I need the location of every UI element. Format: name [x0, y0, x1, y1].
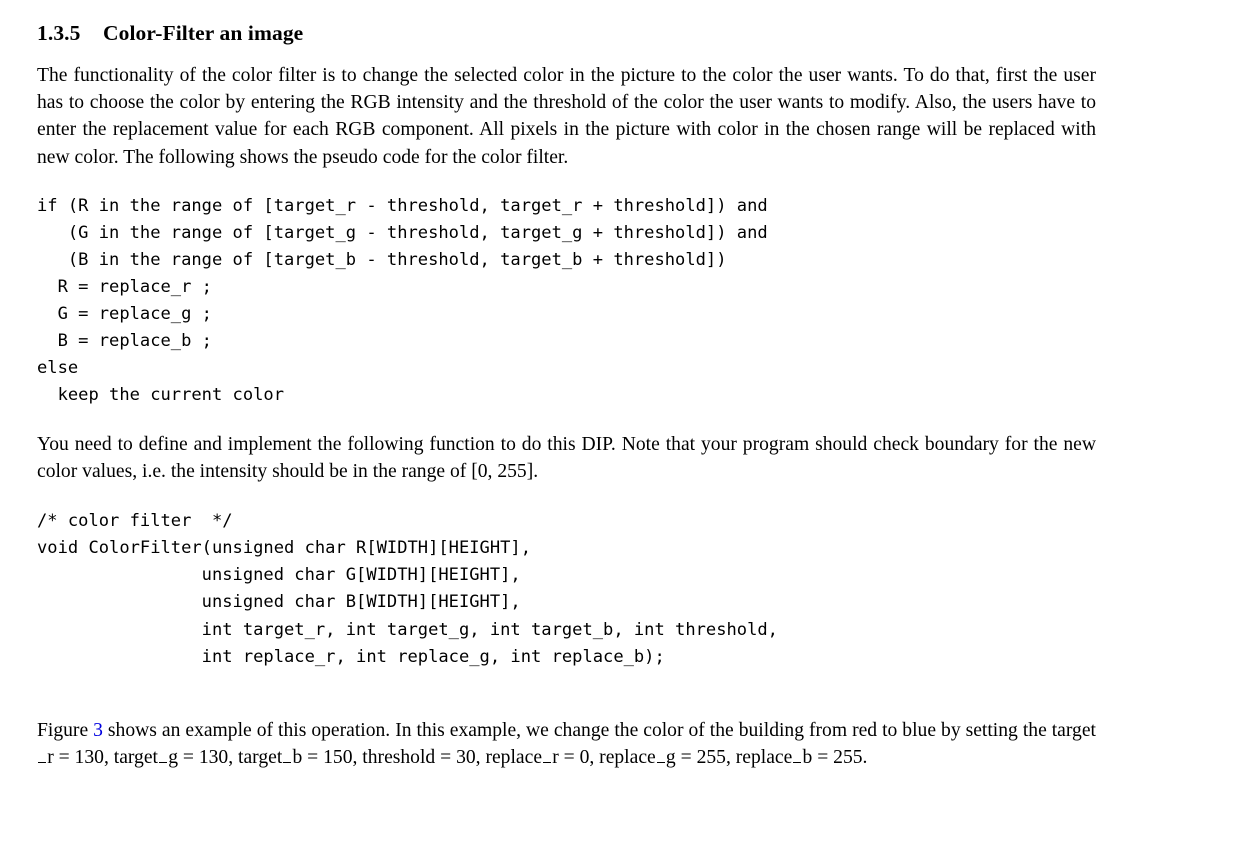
target-r-value-text: r = 130, target	[47, 747, 158, 769]
target-g-value-text: g = 130, target	[168, 747, 283, 769]
pseudocode-block: if (R in the range of [target_r - thresh…	[37, 195, 768, 406]
function-requirement-paragraph: You need to define and implement the fol…	[37, 433, 1096, 482]
replace-b-value-text: b = 255.	[802, 747, 868, 769]
function-signature-block: /* color filter */ void ColorFilter(unsi…	[37, 511, 778, 667]
document-page: 1.3.5 Color-Filter an image The functiona…	[0, 0, 1252, 842]
figure-example-paragraph: Figure 3 shows an example of this operat…	[37, 717, 1096, 772]
target-b-value-text: b = 150, threshold = 30, replace	[292, 747, 543, 769]
figure-label-text: Figure	[37, 719, 94, 741]
replace-g-value-text: g = 255, replace	[665, 747, 793, 769]
example-description-text: shows an example of this operation. In t…	[102, 719, 1096, 741]
figure-3-link[interactable]: 3	[93, 720, 103, 741]
section-title: Color-Filter an image	[103, 21, 304, 45]
section-heading: 1.3.5 Color-Filter an image	[37, 21, 1096, 46]
page-bottom-spacer	[37, 771, 1096, 781]
section-number: 1.3.5	[37, 21, 81, 45]
replace-r-value-text: r = 0, replace	[552, 747, 656, 769]
intro-paragraph: The functionality of the color filter is…	[37, 64, 1096, 168]
